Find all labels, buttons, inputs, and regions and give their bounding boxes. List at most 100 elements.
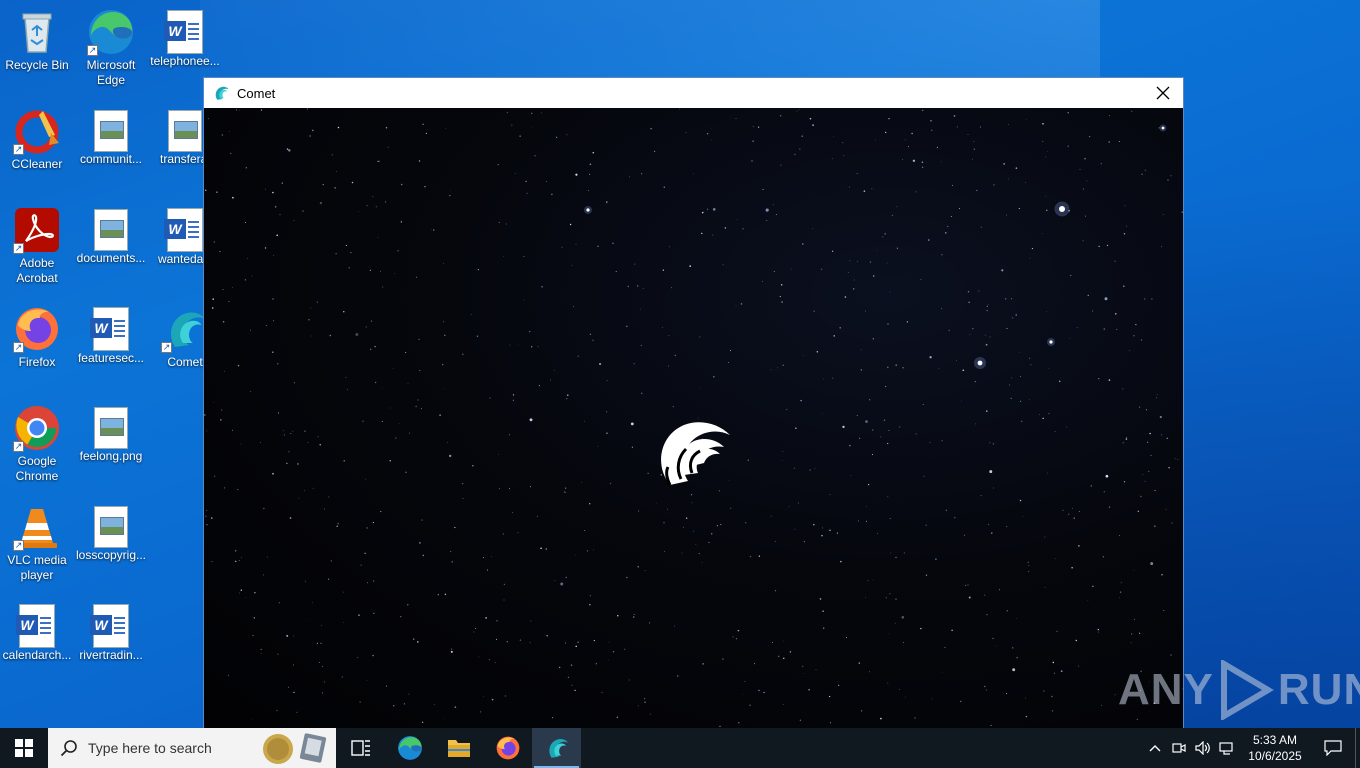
desktop-icon-documents[interactable]: documents...: [74, 206, 148, 266]
search-placeholder: Type here to search: [88, 740, 212, 756]
star: [478, 656, 480, 658]
desktop-icon-vlc[interactable]: ↗ VLC media player: [0, 503, 74, 583]
star: [1092, 310, 1094, 312]
desktop-icon-featuresec[interactable]: W featuresec...: [74, 305, 148, 366]
star: [534, 155, 536, 157]
star: [418, 338, 420, 340]
volume-button[interactable]: [1191, 728, 1215, 768]
star: [1073, 517, 1075, 519]
network-button[interactable]: [1215, 728, 1239, 768]
desktop-icon-recycle-bin[interactable]: Recycle Bin: [0, 8, 74, 73]
star: [783, 657, 785, 659]
star: [1092, 585, 1094, 588]
star: [730, 507, 732, 509]
taskbar-firefox[interactable]: [483, 728, 532, 768]
action-center-button[interactable]: [1311, 728, 1355, 768]
desktop-icon-losscopyrig[interactable]: losscopyrig...: [74, 503, 148, 563]
star: [978, 290, 980, 292]
star: [244, 221, 246, 224]
star: [373, 612, 375, 614]
star: [945, 509, 948, 511]
star: [421, 721, 424, 723]
star: [693, 530, 695, 532]
star: [812, 228, 813, 229]
desktop-icon-calendarch[interactable]: W calendarch...: [0, 602, 74, 663]
show-desktop-button[interactable]: [1355, 728, 1360, 768]
desktop-icon-ccleaner[interactable]: ↗ CCleaner: [0, 107, 74, 172]
desktop-icon-google-chrome[interactable]: ↗ Google Chrome: [0, 404, 74, 484]
taskbar-comet[interactable]: [532, 728, 581, 768]
desktop-icon-communit[interactable]: communit...: [74, 107, 148, 167]
star: [559, 666, 561, 668]
star: [276, 234, 278, 237]
star: [956, 126, 958, 128]
taskbar-clock[interactable]: 5:33 AM 10/6/2025: [1239, 732, 1311, 764]
star: [1067, 111, 1069, 114]
star: [247, 258, 248, 259]
star: [1104, 297, 1108, 301]
star: [373, 580, 375, 582]
star: [213, 241, 215, 243]
star: [292, 430, 294, 432]
firefox-icon: [496, 736, 519, 760]
star: [1078, 545, 1080, 547]
star: [989, 470, 993, 474]
desktop-icon-firefox[interactable]: ↗ Firefox: [0, 305, 74, 370]
taskbar-search-box[interactable]: Type here to search: [48, 728, 336, 768]
star: [437, 594, 439, 596]
desktop-icon-adobe-acrobat[interactable]: ↗ Adobe Acrobat: [0, 206, 74, 286]
star: [988, 524, 990, 526]
desktop-icon-rivertradin[interactable]: W rivertradin...: [74, 602, 148, 663]
star: [972, 158, 973, 160]
star: [213, 402, 215, 404]
bright-star: [1059, 206, 1065, 212]
star: [450, 190, 451, 191]
star: [298, 498, 300, 499]
star: [587, 190, 589, 192]
star: [272, 473, 274, 475]
star: [236, 109, 238, 111]
search-highlight-icon[interactable]: [262, 731, 328, 765]
show-hidden-icons-button[interactable]: [1143, 728, 1167, 768]
star: [454, 527, 456, 529]
star: [795, 427, 797, 429]
star: [403, 703, 406, 705]
star: [956, 360, 958, 361]
star: [319, 201, 323, 205]
star: [371, 320, 373, 322]
star: [260, 652, 262, 654]
desktop-icon-microsoft-edge[interactable]: ↗ Microsoft Edge: [74, 8, 148, 88]
close-button[interactable]: [1143, 78, 1183, 108]
star: [1018, 352, 1020, 353]
star: [922, 109, 924, 112]
task-view-button[interactable]: [336, 728, 385, 768]
window-titlebar[interactable]: Comet: [204, 78, 1183, 108]
splash-starfield: [204, 108, 1183, 728]
taskbar-edge[interactable]: [385, 728, 434, 768]
acrobat-icon: ↗: [13, 206, 61, 254]
star: [852, 288, 855, 290]
star: [920, 279, 922, 281]
star: [1086, 180, 1088, 182]
star: [772, 204, 774, 206]
star: [358, 211, 360, 212]
star: [1062, 509, 1064, 511]
star: [626, 325, 628, 328]
start-button[interactable]: [0, 728, 48, 768]
window-title: Comet: [237, 85, 276, 101]
meet-now-button[interactable]: [1167, 728, 1191, 768]
star: [1161, 246, 1163, 248]
desktop-icon-feelong[interactable]: feelong.png: [74, 404, 148, 464]
star: [885, 597, 887, 599]
star: [245, 597, 246, 598]
star: [845, 637, 848, 639]
comet-window[interactable]: Comet: [203, 77, 1184, 729]
notification-icon: [1324, 740, 1342, 756]
star: [408, 693, 410, 695]
star: [612, 651, 615, 653]
desktop-icon-telephonee[interactable]: W telephonee...: [148, 8, 222, 69]
taskbar-file-explorer[interactable]: [434, 728, 483, 768]
star: [921, 166, 924, 168]
star: [330, 560, 333, 562]
star: [597, 245, 599, 247]
